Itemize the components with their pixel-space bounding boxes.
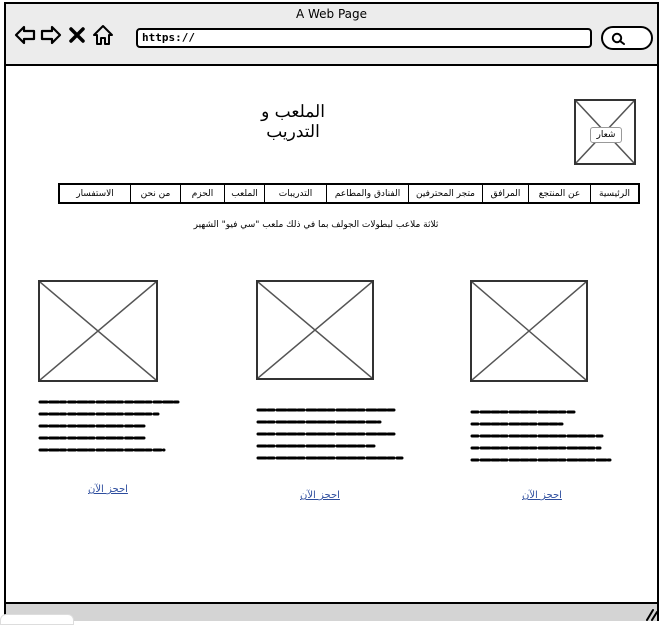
search-icon — [611, 32, 625, 45]
image-placeholder-icon — [258, 282, 372, 378]
search-button[interactable] — [601, 26, 653, 50]
browser-toolbar: A Web Page https:// — [6, 4, 657, 66]
card-image-placeholder — [470, 280, 588, 382]
bottom-tab — [0, 614, 74, 625]
intro-text: ثلاثة ملاعب لبطولات الجولف بما في ذلك مل… — [193, 220, 439, 230]
card-text-placeholder — [256, 406, 406, 478]
status-bar — [6, 602, 657, 621]
back-arrow-icon[interactable] — [14, 24, 36, 46]
main-menu: الرئيسية عن المنتجع المرافق متجر المحترف… — [58, 183, 640, 204]
text-scribble-icon — [38, 400, 180, 452]
browser-window: A Web Page https:// شعار الملعب و التدري… — [4, 2, 659, 621]
logo-label: شعار — [590, 127, 622, 143]
menu-item-inquiry[interactable]: الاستفسار — [60, 185, 130, 202]
menu-item-packages[interactable]: الحزم — [180, 185, 224, 202]
page-title: الملعب و التدريب — [261, 102, 325, 142]
address-bar[interactable]: https:// — [136, 28, 592, 48]
menu-item-facilities[interactable]: المرافق — [482, 185, 528, 202]
text-scribble-icon — [470, 410, 612, 462]
window-title: A Web Page — [295, 7, 368, 21]
home-icon[interactable] — [92, 24, 114, 46]
forward-arrow-icon[interactable] — [40, 24, 62, 46]
menu-item-course[interactable]: الملعب — [224, 185, 264, 202]
text-scribble-icon — [256, 408, 404, 460]
logo-placeholder: شعار — [574, 99, 636, 165]
card-text-placeholder — [470, 408, 620, 480]
menu-item-training[interactable]: التدريبات — [264, 185, 326, 202]
resize-grip-icon[interactable] — [644, 607, 658, 621]
card-image-placeholder — [256, 280, 374, 380]
image-placeholder-icon — [40, 282, 156, 380]
card-image-placeholder — [38, 280, 158, 382]
menu-item-about-us[interactable]: من نحن — [130, 185, 180, 202]
image-placeholder-icon — [472, 282, 586, 380]
menu-item-home[interactable]: الرئيسية — [590, 185, 638, 202]
card-text-placeholder — [38, 398, 188, 470]
menu-item-pro-shop[interactable]: متجر المحترفين — [408, 185, 482, 202]
book-now-link[interactable]: احجز الآن — [88, 484, 128, 495]
book-now-link[interactable]: احجز الآن — [300, 490, 340, 501]
book-now-link[interactable]: احجز الآن — [522, 490, 562, 501]
close-icon[interactable] — [66, 24, 88, 46]
menu-item-about-resort[interactable]: عن المنتجع — [528, 185, 590, 202]
menu-item-hotels-restaurants[interactable]: الفنادق والمطاعم — [326, 185, 408, 202]
